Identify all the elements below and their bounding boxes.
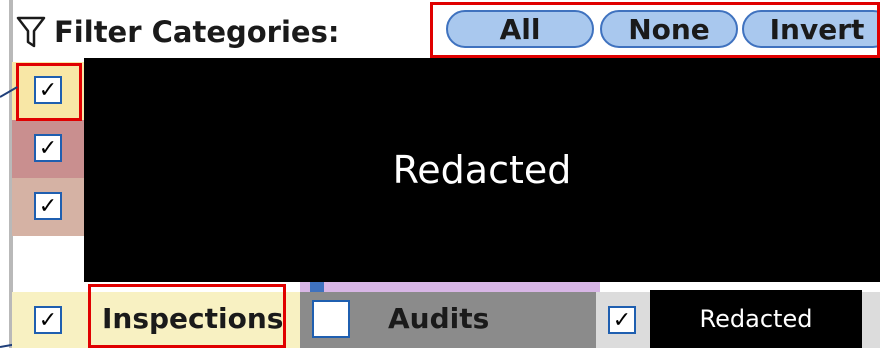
filter-header: Filter Categories: (16, 8, 339, 56)
audits-checkbox[interactable] (312, 300, 350, 338)
filter-funnel-icon (16, 16, 46, 48)
redacted-block: Redacted (84, 58, 880, 282)
checkbox-highlight-box (16, 63, 82, 121)
third-category-checkbox[interactable]: ✓ (608, 306, 636, 334)
hidden-checkbox-edge (310, 282, 324, 292)
inspections-highlight-box (88, 284, 286, 348)
filter-title: Filter Categories: (54, 15, 340, 49)
audits-label: Audits (388, 302, 490, 335)
inspections-checkbox[interactable]: ✓ (34, 306, 62, 334)
category-checkbox-2[interactable]: ✓ (34, 134, 62, 162)
buttons-highlight-box (430, 2, 880, 58)
redacted-label-block: Redacted (650, 290, 862, 348)
category-checkbox-3[interactable]: ✓ (34, 192, 62, 220)
